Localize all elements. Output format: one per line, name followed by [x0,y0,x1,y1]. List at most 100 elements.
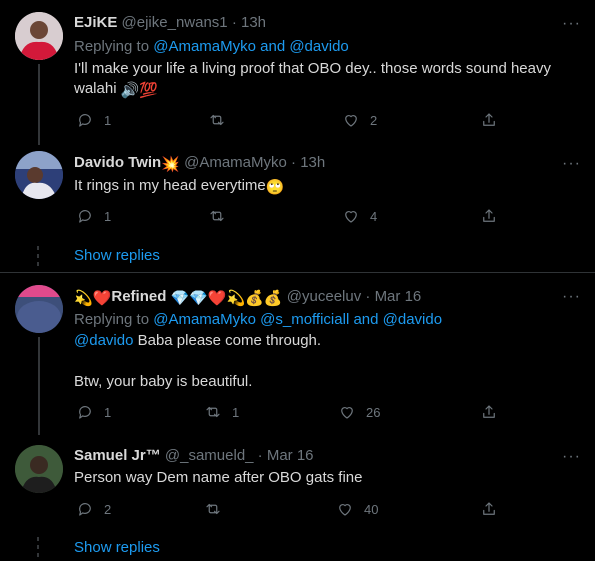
timestamp[interactable]: 13h [300,154,325,171]
reply-button[interactable]: 1 [76,403,111,421]
retweet-button[interactable] [204,500,232,518]
tweet-3[interactable]: 💫❤️Refined 💎💎❤️💫💰💰 @yuceeluv · Mar 16 ··… [0,273,595,435]
tweet-actions: 1 1 26 [74,403,534,423]
show-replies-link[interactable]: Show replies [74,247,160,264]
retweet-icon [210,210,224,222]
tweet-actions: 2 40 [74,500,534,520]
separator: · [231,14,237,31]
like-count: 2 [370,112,378,128]
tweet-1[interactable]: EJiKE @ejike_nwans1 · 13h ··· Replying t… [0,0,595,145]
retweet-icon [206,503,220,515]
replying-mentions[interactable]: @AmamaMyko and @davido [153,38,349,55]
heart-icon [345,115,357,127]
like-button[interactable]: 26 [338,403,380,421]
thread-line [38,337,40,435]
share-button[interactable] [480,500,498,518]
heart-icon [345,211,357,223]
tweet-actions: 1 2 [74,111,534,131]
handle[interactable]: @yuceeluv [287,288,361,305]
tweet-2[interactable]: Davido Twin💥 @AmamaMyko · 13h ··· It rin… [0,145,595,272]
thread-continuation-dots [36,246,40,270]
timestamp[interactable]: 13h [241,14,266,31]
name-prefix-emoji: 💫❤️ [74,290,112,307]
tweet-text-line-2: Btw, your baby is beautiful. [74,373,253,390]
more-options-icon[interactable]: ··· [562,449,581,465]
replying-to: Replying to @AmamaMyko and @davido [74,37,349,57]
share-icon [483,209,495,222]
avatar[interactable] [15,445,63,493]
handle[interactable]: @AmamaMyko [184,154,287,171]
like-button[interactable]: 4 [342,207,377,225]
share-button[interactable] [480,207,498,225]
mention-link[interactable]: @davido [74,332,133,349]
like-count: 4 [370,208,378,224]
display-name[interactable]: Davido Twin [74,154,161,171]
tweet-header: 💫❤️Refined 💎💎❤️💫💰💰 @yuceeluv · Mar 16 [74,287,421,309]
heart-icon [339,504,351,516]
tweet-header: Samuel Jr™ @_samueld_ · Mar 16 [74,446,314,466]
more-options-icon[interactable]: ··· [562,156,581,172]
collision-emoji: 💥 [161,156,180,173]
thread-continuation-dots [36,537,40,561]
like-button[interactable]: 2 [342,111,377,129]
tweet-header: Davido Twin💥 @AmamaMyko · 13h [74,153,325,175]
heart-icon [341,407,353,419]
reply-button[interactable]: 1 [76,207,111,225]
retweet-icon [210,114,224,126]
separator: · [365,288,371,305]
reply-count: 1 [104,208,112,224]
retweet-count: 1 [232,404,240,420]
tweet-text-line-2: walahi 🔊💯 [74,79,158,101]
display-name[interactable]: Samuel Jr™ [74,447,161,464]
tweet-text-line-1: It rings in my head everytime🙄 [74,176,284,198]
timestamp[interactable]: Mar 16 [375,288,422,305]
reply-icon [79,210,91,223]
tweet-text: Baba please come through. [137,332,322,349]
reply-button[interactable]: 2 [76,500,111,518]
share-icon [483,502,495,515]
like-button[interactable]: 40 [336,500,378,518]
reply-icon [79,114,91,127]
avatar-image-icon [15,285,63,333]
avatar[interactable] [15,285,63,333]
eye-roll-emoji: 🙄 [265,179,285,196]
tweet-text-line-1: Person way Dem name after OBO gats fine [74,469,363,486]
share-icon [483,405,495,418]
handle[interactable]: @ejike_nwans1 [122,14,228,31]
retweet-button[interactable] [208,111,236,129]
retweet-icon [206,406,220,418]
timestamp[interactable]: Mar 16 [267,447,314,464]
avatar-image-icon [15,445,63,493]
separator: · [291,154,297,171]
display-name[interactable]: EJiKE [74,14,117,31]
speaker-hundred-emoji: 🔊💯 [120,82,159,99]
retweet-button[interactable] [208,207,236,225]
name-suffix-emoji: 💎💎❤️💫💰💰 [170,290,283,307]
show-replies-link[interactable]: Show replies [74,539,160,556]
replying-prefix: Replying to [74,38,150,55]
share-button[interactable] [480,111,498,129]
reply-count: 2 [104,501,112,517]
tweet-text: It rings in my head everytime [74,177,266,194]
reply-icon [79,503,91,516]
share-button[interactable] [480,403,498,421]
avatar[interactable] [15,151,63,199]
handle[interactable]: @_samueld_ [165,447,254,464]
separator: · [257,447,263,464]
tweet-text-line-1: @davido Baba please come through. [74,331,321,351]
tweet-actions: 1 4 [74,207,534,227]
tweet-header: EJiKE @ejike_nwans1 · 13h [74,13,266,33]
avatar-image-icon [15,12,63,60]
more-options-icon[interactable]: ··· [562,289,581,305]
retweet-button[interactable]: 1 [204,403,239,421]
display-name[interactable]: Refined [111,288,166,305]
replying-to: Replying to @AmamaMyko @s_mofficiall and… [74,310,442,330]
more-options-icon[interactable]: ··· [562,16,581,32]
like-count: 26 [366,404,381,420]
reply-button[interactable]: 1 [76,111,111,129]
reply-icon [79,406,91,419]
avatar[interactable] [15,12,63,60]
tweet-4[interactable]: Samuel Jr™ @_samueld_ · Mar 16 ··· Perso… [0,435,595,561]
replying-mentions[interactable]: @AmamaMyko @s_mofficiall and @davido [153,311,442,328]
avatar-image-icon [15,151,63,199]
